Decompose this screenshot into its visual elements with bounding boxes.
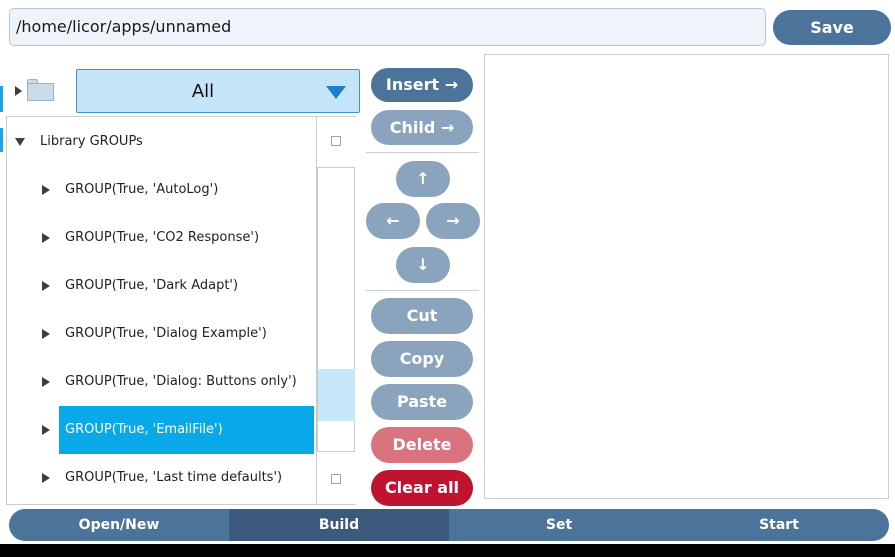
expand-arrow-icon[interactable] [42, 377, 50, 387]
tab-open-new[interactable]: Open/New [9, 509, 229, 541]
tree-root-label: Library GROUPs [40, 134, 143, 149]
clear-all-button[interactable]: Clear all [371, 470, 473, 506]
divider [366, 152, 479, 153]
delete-button[interactable]: Delete [371, 427, 473, 463]
dropdown-value: All [191, 81, 215, 102]
scroll-up-checkbox[interactable] [331, 136, 341, 146]
tree-item[interactable]: GROUP(True, 'Dark Adapt') [7, 262, 315, 310]
left-accent-strip [0, 86, 3, 112]
expand-arrow-icon[interactable] [42, 329, 50, 339]
folder-icon[interactable] [27, 79, 54, 101]
divider [366, 290, 479, 291]
tree-item-label: GROUP(True, 'AutoLog') [65, 182, 219, 197]
tree-item-label: GROUP(True, 'CO2 Response') [65, 230, 260, 245]
cut-button[interactable]: Cut [371, 298, 473, 334]
tree-item-label: GROUP(True, 'Dialog Example') [65, 326, 267, 341]
bottom-nav: Open/New Build Set Start [9, 509, 889, 541]
group-filter-dropdown[interactable]: All [76, 69, 360, 113]
collapse-arrow-icon[interactable] [15, 138, 25, 146]
tree-item-label: GROUP(True, 'Dialog: Buttons only') [65, 374, 297, 389]
tree-scrollbar-thumb[interactable] [318, 369, 355, 421]
tab-build[interactable]: Build [229, 509, 449, 541]
move-left-button[interactable]: ← [366, 203, 420, 239]
screen-bottom-edge [0, 544, 895, 557]
move-down-button[interactable]: ↓ [396, 247, 450, 283]
move-right-button[interactable]: → [426, 203, 480, 239]
child-button[interactable]: Child → [371, 110, 473, 145]
save-button[interactable]: Save [773, 10, 891, 45]
tree-item-label: GROUP(True, 'EmailFile') [65, 422, 223, 437]
tree-item[interactable]: GROUP(True, 'Last time defaults') [7, 454, 315, 502]
tree-item[interactable]: GROUP(True, 'AutoLog') [7, 166, 315, 214]
dropdown-arrow-icon [326, 86, 346, 99]
insert-button[interactable]: Insert → [371, 68, 473, 102]
tree-item-label: GROUP(True, 'Last time defaults') [65, 470, 283, 485]
expand-arrow-icon[interactable] [42, 473, 50, 483]
expand-arrow-icon[interactable] [42, 233, 50, 243]
expand-arrow-icon[interactable] [42, 425, 50, 435]
paste-button[interactable]: Paste [371, 384, 473, 420]
library-tree[interactable]: Library GROUPs GROUP(True, 'AutoLog') GR… [6, 116, 356, 505]
tab-set[interactable]: Set [449, 509, 669, 541]
scroll-down-checkbox[interactable] [331, 474, 341, 484]
expand-arrow-icon[interactable] [15, 86, 22, 96]
build-output-panel[interactable] [484, 54, 889, 499]
move-up-button[interactable]: ↑ [396, 161, 450, 197]
tree-item-label: GROUP(True, 'Dark Adapt') [65, 278, 239, 293]
expand-arrow-icon[interactable] [42, 281, 50, 291]
file-path-field[interactable]: /home/licor/apps/unnamed [9, 8, 766, 46]
tree-item[interactable]: GROUP(True, 'CO2 Response') [7, 214, 315, 262]
tree-root[interactable]: Library GROUPs [7, 118, 315, 166]
tree-item-selected[interactable]: GROUP(True, 'EmailFile') [7, 406, 315, 454]
expand-arrow-icon[interactable] [42, 185, 50, 195]
tab-start[interactable]: Start [669, 509, 889, 541]
copy-button[interactable]: Copy [371, 341, 473, 377]
left-accent-strip [0, 128, 3, 152]
tree-item[interactable]: GROUP(True, 'Dialog: Buttons only') [7, 358, 315, 406]
tree-item[interactable]: GROUP(True, 'Dialog Example') [7, 310, 315, 358]
